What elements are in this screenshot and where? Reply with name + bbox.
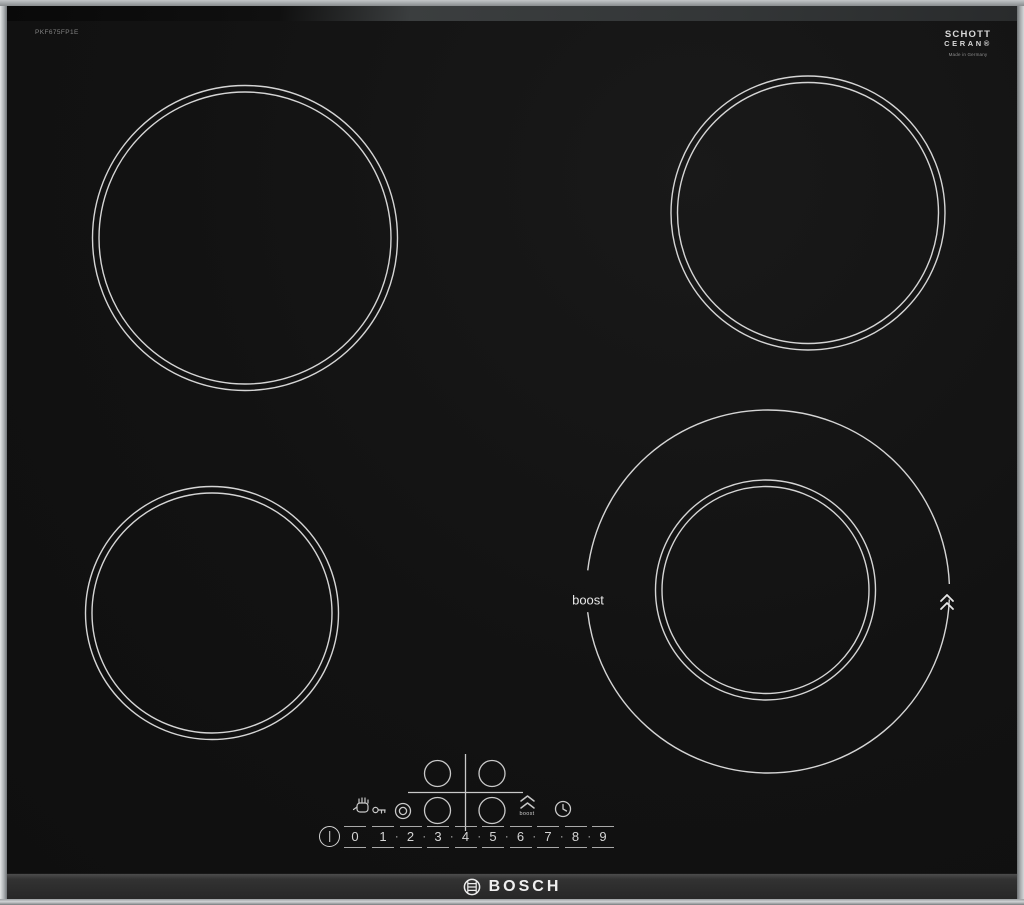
- timer-clock-icon[interactable]: [554, 800, 572, 818]
- power-bar: [328, 831, 331, 842]
- schott-logo-line2: CERAN®: [944, 39, 992, 48]
- schott-ceran-logo: SCHOTT CERAN® Made in Germany: [936, 29, 1000, 57]
- glass-graphics: [84, 75, 954, 831]
- double-chevron-up-icon: [940, 594, 954, 610]
- boost-key-icon[interactable]: [520, 795, 535, 809]
- level-key-3[interactable]: 3: [427, 826, 449, 848]
- power-level-slider[interactable]: 0 1 · 2 · 3 · 4 · 5 · 6 · 7 · 8 · 9: [344, 826, 614, 848]
- schott-logo-line1: SCHOTT: [944, 29, 992, 40]
- level-key-1[interactable]: 1: [372, 826, 394, 848]
- child-lock-icon[interactable]: [352, 797, 386, 814]
- schott-logo-subtext: Made in Germany: [948, 52, 988, 57]
- level-key-4[interactable]: 4: [454, 826, 477, 848]
- bottom-bezel: BOSCH: [7, 873, 1017, 899]
- dual-zone-icon[interactable]: [394, 802, 412, 820]
- zone-front-left-ring: [84, 485, 340, 741]
- level-key-2[interactable]: 2: [399, 826, 422, 848]
- zone-selector-cross[interactable]: [408, 754, 523, 831]
- level-key-9[interactable]: 9: [592, 826, 614, 848]
- level-key-5[interactable]: 5: [482, 826, 504, 848]
- boost-key-label: boost: [519, 811, 535, 817]
- boost-zone-label: boost: [572, 592, 604, 608]
- level-key-8[interactable]: 8: [564, 826, 587, 848]
- level-key-0[interactable]: 0: [344, 826, 366, 848]
- level-key-6[interactable]: 6: [509, 826, 532, 848]
- zone-rear-left-ring: [91, 84, 399, 392]
- model-number: PKF675FP1E: [35, 29, 79, 36]
- zone-rear-right-ring: [670, 75, 946, 351]
- zone-front-right-dual-ring: [585, 409, 951, 774]
- bosch-wordmark: BOSCH: [488, 877, 562, 895]
- cooktop: PKF675FP1E SCHOTT CERAN® Made in Germany…: [0, 0, 1024, 905]
- level-key-7[interactable]: 7: [537, 826, 559, 848]
- power-icon[interactable]: [319, 826, 340, 847]
- bosch-armature-icon: [463, 878, 480, 895]
